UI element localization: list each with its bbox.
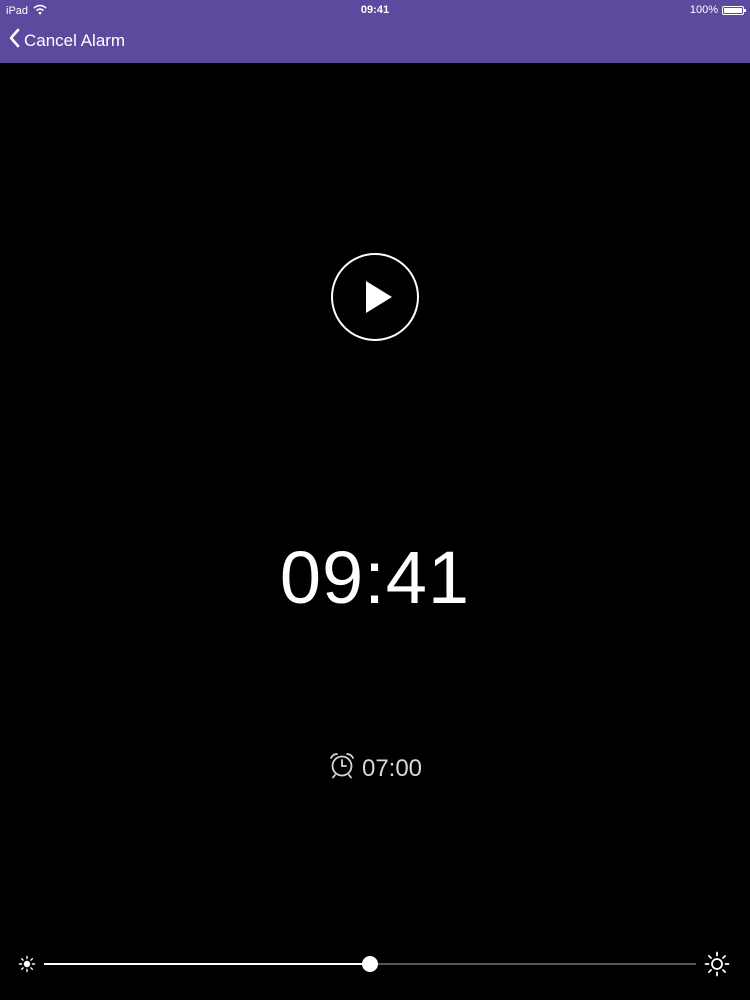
alarm-time: 07:00 [361, 754, 423, 782]
alarm-screen: iPad 09:41 100% Cancel Alarm 09:41 07:00 [0, 0, 750, 1000]
cancel-alarm-label: Cancel Alarm [24, 30, 126, 50]
play-icon [366, 281, 392, 313]
sun-small-icon [18, 955, 36, 978]
brightness-slider[interactable] [44, 956, 696, 972]
alarm-time-display: 07:00 [0, 751, 750, 786]
navigation-bar: Cancel Alarm [0, 20, 750, 63]
top-bar: iPad 09:41 100% Cancel Alarm [0, 0, 750, 63]
brightness-slider-fill [44, 963, 370, 965]
current-time: 09:41 [279, 536, 471, 619]
brightness-slider-thumb[interactable] [362, 956, 378, 972]
battery-percent: 100% [689, 4, 718, 16]
sun-large-icon [704, 951, 730, 982]
brightness-control [0, 946, 750, 982]
cancel-alarm-button[interactable]: Cancel Alarm [8, 28, 125, 53]
battery-icon [722, 5, 746, 15]
status-bar: iPad 09:41 100% [0, 0, 750, 20]
status-time: 09:41 [360, 4, 390, 16]
play-button[interactable] [331, 253, 419, 341]
status-right: 100% [689, 4, 746, 16]
chevron-left-icon [8, 28, 20, 53]
alarm-clock-icon [328, 751, 356, 786]
